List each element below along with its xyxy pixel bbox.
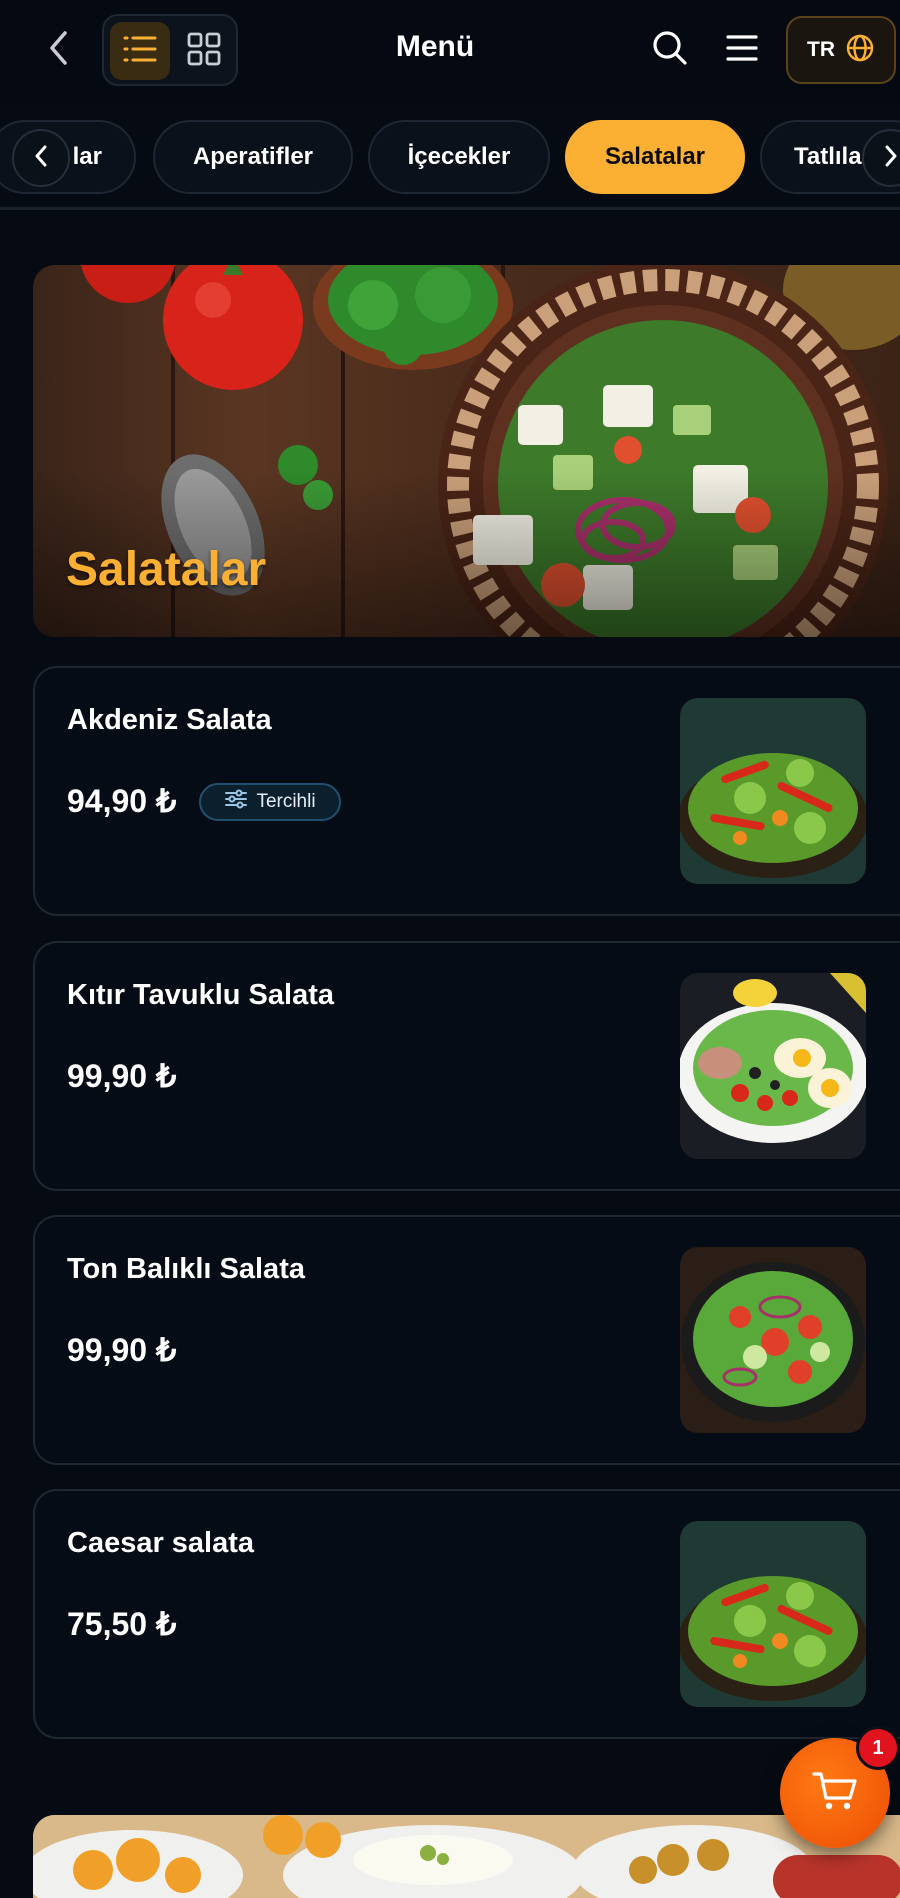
product-name: Ton Balıklı Salata (67, 1253, 305, 1285)
language-code: TR (807, 38, 835, 61)
grid-view-button[interactable] (174, 22, 234, 80)
category-tab-aperatifler[interactable]: Aperatifler (153, 120, 353, 194)
dessert-image (33, 1815, 900, 1898)
scroll-left-button[interactable] (12, 129, 70, 187)
next-section-hero (33, 1815, 900, 1898)
cart-count-badge: 1 (856, 1726, 900, 1770)
product-image (680, 1247, 866, 1433)
product-price: 75,50 ₺ (67, 1606, 177, 1642)
product-card[interactable]: Akdeniz Salata 94,90 ₺ Tercihli (33, 666, 900, 916)
product-image (680, 1521, 866, 1707)
section-hero: Salatalar (33, 265, 900, 637)
product-name: Kıtır Tavuklu Salata (67, 979, 334, 1011)
section-title: Salatalar (66, 543, 267, 596)
product-card[interactable]: Caesar salata 75,50 ₺ (33, 1489, 900, 1739)
badge-label: Tercihli (256, 791, 316, 812)
hamburger-menu-icon (725, 34, 759, 66)
category-tab-icecekler[interactable]: İçecekler (368, 120, 550, 194)
list-icon (122, 34, 158, 68)
product-image (680, 973, 866, 1159)
language-button[interactable]: TR (786, 16, 896, 84)
search-button[interactable] (648, 28, 692, 72)
grid-icon (187, 32, 221, 70)
category-tab-salatalar[interactable]: Salatalar (565, 120, 745, 194)
product-card[interactable]: Kıtır Tavuklu Salata 99,90 ₺ (33, 941, 900, 1191)
chevron-right-icon (884, 145, 898, 171)
category-label: Aperatifler (192, 143, 314, 170)
view-toggle (102, 14, 238, 86)
page-title: Menü (395, 30, 475, 63)
product-image (680, 698, 866, 884)
product-price: 99,90 ₺ (67, 1058, 177, 1094)
product-price: 99,90 ₺ (67, 1332, 177, 1368)
shopping-cart-icon (812, 1770, 858, 1816)
category-bar: lar Aperatifler İçecekler Salatalar Tatl… (0, 104, 900, 210)
preference-badge[interactable]: Tercihli (199, 783, 341, 821)
category-label: Salatalar (604, 143, 706, 170)
chevron-left-icon (34, 145, 48, 171)
back-button[interactable] (38, 26, 78, 74)
globe-icon (845, 33, 875, 67)
search-icon (652, 30, 688, 70)
menu-button[interactable] (720, 28, 764, 72)
product-price: 94,90 ₺ (67, 783, 177, 819)
chevron-left-icon (47, 30, 69, 70)
sliders-icon (224, 789, 248, 815)
top-bar: Menü TR (0, 0, 900, 102)
product-name: Akdeniz Salata (67, 704, 272, 736)
list-view-button[interactable] (110, 22, 170, 80)
category-label: Tatlıla (794, 143, 862, 170)
category-label: İçecekler (407, 143, 511, 170)
product-card[interactable]: Ton Balıklı Salata 99,90 ₺ (33, 1215, 900, 1465)
product-name: Caesar salata (67, 1527, 255, 1559)
category-label: lar (72, 143, 102, 170)
